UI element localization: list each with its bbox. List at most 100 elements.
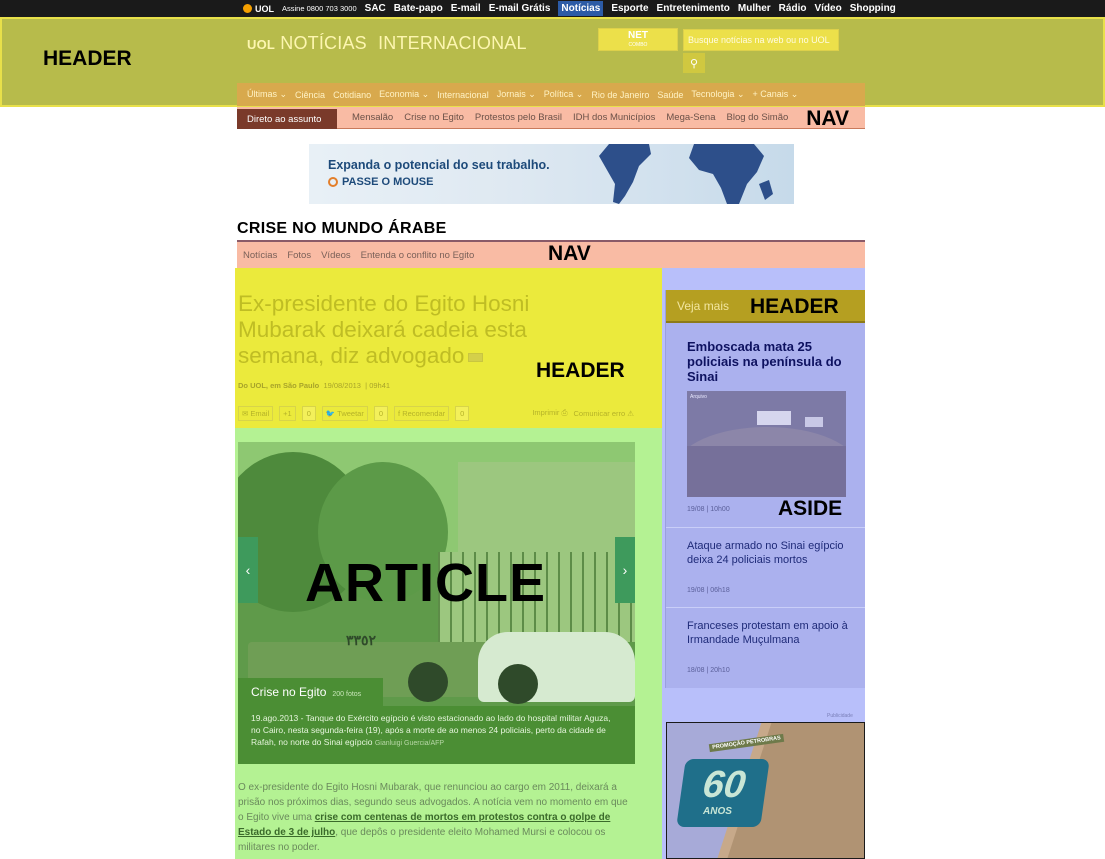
aside-story-3-title[interactable]: Franceses protestam em apoio à Irmandade… [687, 619, 852, 647]
brand-noticias: NOTÍCIAS [280, 33, 367, 53]
aside-region-label: ASIDE [778, 497, 843, 520]
aside-story-1-title[interactable]: Emboscada mata 25 policiais na península… [687, 339, 852, 384]
banner-cta: PASSE O MOUSE [328, 176, 433, 188]
uol-logo[interactable]: UOL [243, 4, 274, 14]
share-bar: ✉ Email +1 0 🐦 Tweetar 0 f Recomendar 0 … [238, 404, 634, 422]
subnav-item-blog-simao[interactable]: Blog do Simão [727, 112, 789, 123]
section-nav-region-label: NAV [548, 242, 591, 265]
section-title: CRISE NO MUNDO ÁRABE [237, 220, 447, 237]
nav-item-politica[interactable]: Política ⌄ [544, 89, 584, 100]
topbar-link-radio[interactable]: Rádio [779, 3, 807, 14]
nav-item-ultimas[interactable]: Últimas ⌄ [247, 89, 287, 100]
byline-date: 19/08/2013 [323, 381, 361, 390]
site-brand[interactable]: UOL NOTÍCIAS INTERNACIONAL [247, 33, 527, 54]
banner-ad[interactable]: Expanda o potencial do seu trabalho. PAS… [309, 144, 794, 204]
topbar-link-shopping[interactable]: Shopping [850, 3, 896, 14]
gallery-caption: 19.ago.2013 - Tanque do Exército egípcio… [238, 706, 635, 764]
chevron-left-icon: ‹ [245, 562, 251, 578]
uol-logo-icon [243, 4, 252, 13]
gallery-title[interactable]: Crise no Egito 200 fotos [238, 678, 383, 706]
tank-plate-text: ٣٣٥٢ [346, 632, 377, 648]
section-nav-fotos[interactable]: Fotos [287, 250, 311, 261]
topbar-link-video[interactable]: Vídeo [814, 3, 841, 14]
article-region-label: ARTICLE [305, 553, 546, 613]
ad-label: Publicidade [827, 713, 853, 719]
print-icon: ⎙ [561, 408, 568, 417]
assine-link[interactable]: Assine 0800 703 3000 [282, 4, 357, 13]
search-button[interactable]: ⚲ [683, 53, 705, 73]
search-input[interactable] [683, 29, 839, 51]
print-link[interactable]: Imprimir ⎙ [532, 408, 567, 418]
twitter-icon: 🐦 [325, 408, 338, 418]
article-body: O ex-presidente do Egito Hosni Mubarak, … [238, 782, 628, 853]
alert-icon: ⚠ [627, 408, 634, 418]
section-nav-videos[interactable]: Vídeos [321, 250, 351, 261]
nav-region-label: NAV [806, 107, 849, 130]
top-bar: UOL Assine 0800 703 3000 SAC Bate-papo E… [0, 0, 1105, 17]
subnav-item-idh[interactable]: IDH dos Municípios [573, 112, 655, 123]
subnav-item-mensalao[interactable]: Mensalão [352, 112, 393, 123]
report-error-link[interactable]: Comunicar erro ⚠ [573, 409, 634, 418]
petrobras-ad[interactable]: PROMOÇÃO PETROBRAS 60 ANOS [666, 722, 865, 859]
nav-item-jornais[interactable]: Jornais ⌄ [497, 89, 536, 100]
subnav-item-protestos[interactable]: Protestos pelo Brasil [475, 112, 562, 123]
gplus-count: 0 [301, 405, 316, 421]
article-byline: Do UOL, em São Paulo 19/08/2013 | 09h41 [238, 381, 391, 390]
nav-item-canais[interactable]: + Canais ⌄ [752, 89, 798, 100]
subnav-item-crise-egito[interactable]: Crise no Egito [404, 112, 464, 123]
gallery-prev-button[interactable]: ‹ [238, 537, 258, 603]
topbar-link-sac[interactable]: SAC [365, 3, 386, 14]
header-region-label: HEADER [43, 47, 132, 70]
topbar-link-email-gratis[interactable]: E-mail Grátis [489, 3, 551, 14]
photo-gallery[interactable]: ٣٣٥٢ ARTICLE ‹ › Crise no Egito 200 fotos… [238, 442, 635, 764]
share-gplus-button[interactable]: +1 [279, 405, 296, 421]
aside-story-2-time: 19/08 | 06h18 [687, 587, 730, 594]
aside-story-3-time: 18/08 | 20h10 [687, 667, 730, 674]
brand-section: INTERNACIONAL [378, 33, 527, 53]
net-logo: NET [628, 30, 648, 41]
nav-item-saude[interactable]: Saúde [657, 90, 683, 100]
section-nav-entenda[interactable]: Entenda o conflito no Egito [361, 250, 475, 261]
veja-mais-label[interactable]: Veja mais [677, 299, 729, 313]
share-tweet-button[interactable]: 🐦 Tweetar [321, 405, 368, 421]
banner-headline: Expanda o potencial do seu trabalho. [328, 158, 550, 172]
net-sub: COMBO [628, 42, 648, 48]
byline-time: 09h41 [369, 381, 391, 390]
share-email-button[interactable]: ✉ Email [238, 405, 274, 421]
ad-anos: ANOS [703, 806, 732, 817]
brand-uol: UOL [247, 37, 276, 52]
gallery-next-button[interactable]: › [615, 537, 635, 603]
net-combo-ad[interactable]: NET COMBO [598, 28, 678, 51]
nav-item-rio-de-janeiro[interactable]: Rio de Janeiro [591, 90, 649, 100]
topbar-link-email[interactable]: E-mail [451, 3, 481, 14]
gallery-icon[interactable] [468, 352, 484, 362]
aside-story-1-photo[interactable]: Arquivo [687, 391, 846, 497]
nav-item-economia[interactable]: Economia ⌄ [379, 89, 429, 100]
nav-item-cotidiano[interactable]: Cotidiano [333, 90, 371, 100]
byline-source: Do UOL, em São Paulo [238, 381, 320, 390]
main-nav: Últimas ⌄ Ciência Cotidiano Economia ⌄ I… [237, 83, 865, 106]
nav-item-tecnologia[interactable]: Tecnologia ⌄ [691, 89, 744, 100]
direct-label: Direto ao assunto [237, 109, 337, 129]
sub-nav: Direto ao assunto Mensalão Crise no Egit… [237, 107, 865, 130]
photo-credit: Gianluigi Guercia/AFP [374, 740, 445, 747]
aside-header-region-label: HEADER [750, 295, 839, 318]
section-nav-noticias[interactable]: Notícias [243, 250, 277, 261]
tweet-count: 0 [373, 405, 389, 421]
topbar-link-bate-papo[interactable]: Bate-papo [394, 3, 443, 14]
aside-header: Veja mais HEADER [666, 290, 865, 323]
article-headline: Ex-presidente do Egito Hosni Mubarak dei… [238, 291, 530, 368]
world-map-graphic [599, 144, 773, 204]
topbar-link-esporte[interactable]: Esporte [611, 3, 648, 14]
subnav-item-mega-sena[interactable]: Mega-Sena [666, 112, 715, 123]
aside-story-2-title[interactable]: Ataque armado no Sinai egípcio deixa 24 … [687, 539, 852, 567]
topbar-link-mulher[interactable]: Mulher [738, 3, 771, 14]
share-facebook-button[interactable]: f Recomendar [394, 405, 450, 421]
topbar-link-noticias[interactable]: Notícias [558, 1, 604, 16]
aside-story-1-time: 19/08 | 10h00 [687, 506, 730, 513]
topbar-link-entretenimento[interactable]: Entretenimento [657, 3, 730, 14]
search-icon: ⚲ [689, 57, 699, 70]
target-icon [328, 177, 338, 187]
nav-item-ciencia[interactable]: Ciência [295, 90, 325, 100]
nav-item-internacional[interactable]: Internacional [437, 90, 489, 100]
